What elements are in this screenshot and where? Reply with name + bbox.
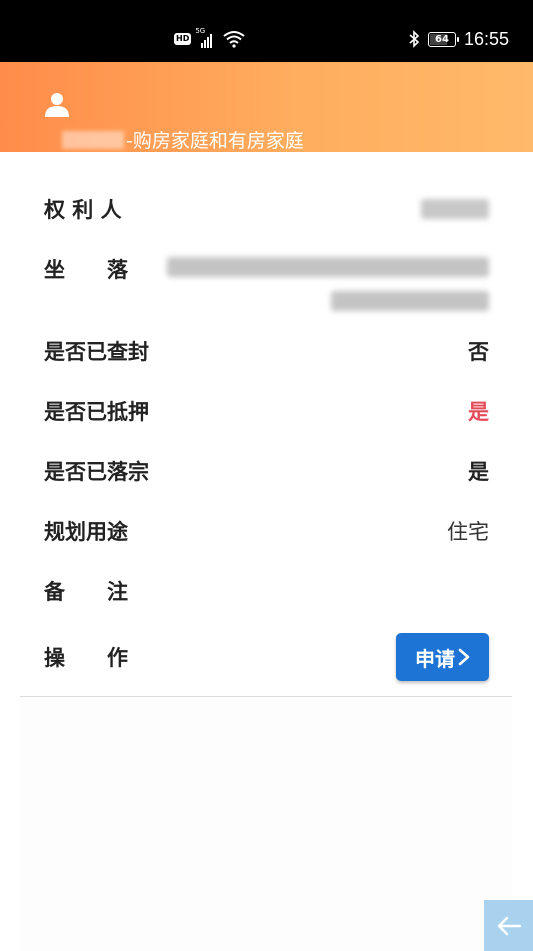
- status-bar: HD 5G 64 16:55: [0, 0, 533, 62]
- owner-value-redacted: [421, 199, 489, 219]
- wifi-icon: [223, 31, 245, 48]
- row-owner: 权 利 人: [44, 194, 489, 224]
- row-remarks: 备 注: [44, 576, 489, 606]
- row-usage: 规划用途 住宅: [44, 516, 489, 546]
- mortgaged-label: 是否已抵押: [44, 400, 149, 424]
- header-title-text: -购房家庭和有房家庭: [126, 130, 304, 152]
- location-label: 坐 落: [44, 258, 128, 282]
- clock: 16:55: [463, 28, 509, 49]
- user-icon: [45, 93, 69, 117]
- status-right: 64 16:55: [408, 24, 509, 54]
- usage-label: 规划用途: [44, 520, 128, 544]
- settled-label: 是否已落宗: [44, 460, 149, 484]
- bluetooth-icon: [409, 30, 420, 48]
- action-label: 操 作: [44, 646, 128, 670]
- header: -购房家庭和有房家庭: [0, 62, 533, 152]
- header-title: -购房家庭和有房家庭: [62, 126, 304, 153]
- mortgaged-value: 是: [468, 400, 489, 424]
- back-button[interactable]: [484, 900, 533, 951]
- battery-icon: 64: [427, 31, 459, 47]
- apply-button-label: 申请: [415, 648, 455, 671]
- sealed-label: 是否已查封: [44, 340, 149, 364]
- usage-value: 住宅: [447, 520, 489, 544]
- hd-badge: HD: [174, 33, 192, 45]
- redacted-name: [62, 130, 124, 149]
- row-action: 操 作 申请: [44, 633, 489, 681]
- content-area: [20, 697, 512, 951]
- settled-value: 是: [468, 460, 489, 484]
- row-mortgaged: 是否已抵押 是: [44, 396, 489, 426]
- signal-icon: 5G: [195, 27, 219, 48]
- row-sealed: 是否已查封 否: [44, 336, 489, 366]
- arrow-left-icon: [497, 916, 521, 935]
- chevron-right-icon: [458, 648, 470, 666]
- apply-button[interactable]: 申请: [396, 633, 489, 681]
- owner-label: 权 利 人: [44, 198, 122, 222]
- row-location: 坐 落: [44, 254, 489, 311]
- remarks-label: 备 注: [44, 580, 128, 604]
- status-center: HD 5G: [174, 24, 245, 54]
- location-value-redacted: [167, 257, 489, 311]
- sealed-value: 否: [468, 340, 489, 364]
- row-settled: 是否已落宗 是: [44, 456, 489, 486]
